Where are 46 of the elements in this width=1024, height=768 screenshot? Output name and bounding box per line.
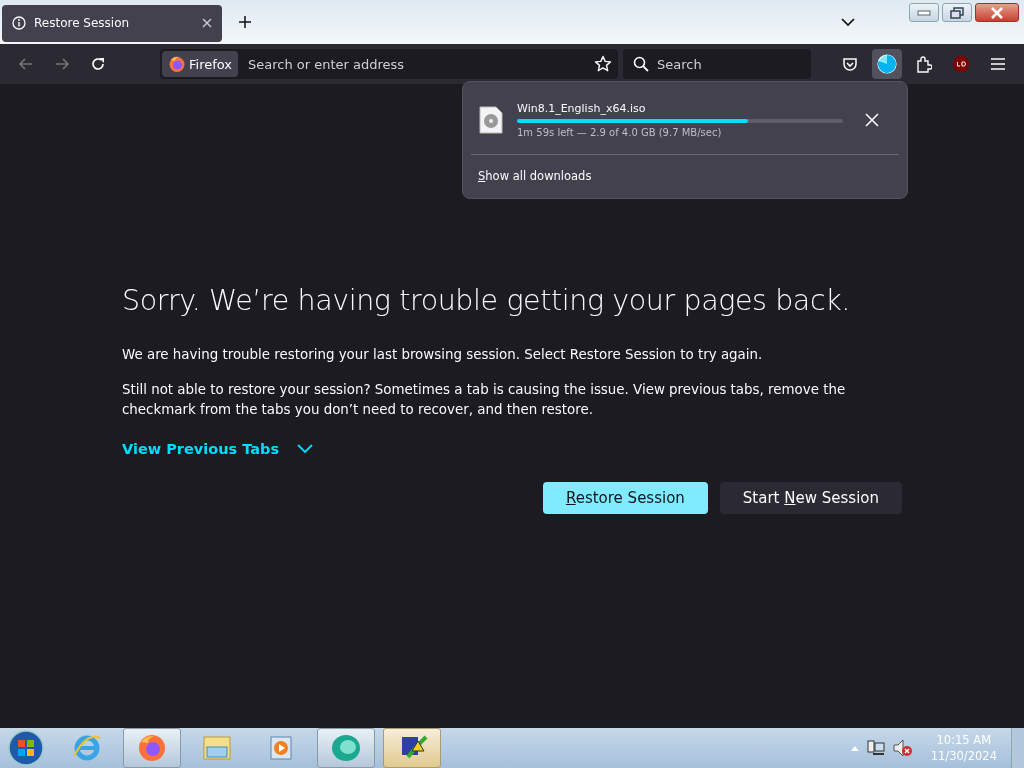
firefox-icon: [168, 55, 186, 73]
close-icon: [990, 6, 1004, 19]
search-icon: [633, 56, 649, 72]
description-text: Still not able to restore your session? Sometimes a tab is causing the issue. View previous tabs, remove the checkmark from the tabs you don’t need to recover, and then restore.: [122, 381, 847, 419]
search-bar[interactable]: Search: [623, 49, 811, 79]
start-new-session-button[interactable]: Start New Session: [719, 482, 902, 514]
restore-icon: [950, 6, 964, 19]
restore-button[interactable]: [942, 3, 972, 22]
reload-icon[interactable]: [90, 56, 106, 72]
chevron-icon: [297, 444, 314, 454]
back-icon[interactable]: [18, 56, 34, 72]
download-status: 1m 59s left — 2.9 of 4.0 GB (9.7 MB/sec): [517, 127, 723, 138]
show-all-downloads-link[interactable]: Show all downloads: [478, 169, 592, 183]
search-input[interactable]: Search: [655, 55, 801, 73]
cancel-icon[interactable]: [865, 113, 879, 127]
menu-icon[interactable]: [990, 57, 1006, 71]
description-text: We are having trouble restoring your last browsing session. Select Restore Session to try again.: [122, 346, 764, 364]
view-previous-tabs-toggle[interactable]: View Previous Tabs: [122, 441, 314, 457]
tab-title: Restore Session: [34, 16, 131, 30]
tab-list-icon[interactable]: [841, 17, 855, 27]
forward-icon[interactable]: [54, 56, 70, 72]
minimize-icon: [917, 9, 931, 16]
bookmark-star-icon[interactable]: [594, 55, 612, 73]
info-icon: [12, 16, 26, 30]
new-tab-icon[interactable]: [238, 15, 252, 29]
disc-file-icon: [479, 106, 503, 134]
taskbar-firefox-icon[interactable]: [123, 728, 181, 768]
minimize-button[interactable]: [909, 3, 939, 22]
file-name: Win8.1_English_x64.iso: [517, 102, 647, 115]
puzzle-icon[interactable]: [916, 55, 932, 73]
identity-button[interactable]: Firefox: [162, 51, 239, 77]
downloads-button[interactable]: [872, 49, 902, 79]
close-icon[interactable]: [202, 18, 212, 28]
error-heading: Sorry. We’re having trouble getting your pages back.: [122, 284, 851, 317]
pocket-icon[interactable]: [842, 56, 858, 72]
address-bar[interactable]: Firefox Search or enter address: [160, 49, 618, 79]
address-input[interactable]: Search or enter address: [246, 55, 586, 73]
browser-tab[interactable]: Restore Session: [2, 4, 222, 42]
start-button[interactable]: [7, 729, 45, 767]
taskbar-globe-app-icon[interactable]: [317, 728, 375, 768]
close-button[interactable]: [975, 3, 1019, 22]
network-icon[interactable]: [866, 740, 885, 756]
restore-session-button[interactable]: Restore Session: [542, 482, 708, 514]
taskbar-warning-app-icon[interactable]: [383, 728, 441, 768]
muted-speaker-icon[interactable]: [892, 739, 913, 757]
download-progress-icon: [877, 54, 897, 74]
